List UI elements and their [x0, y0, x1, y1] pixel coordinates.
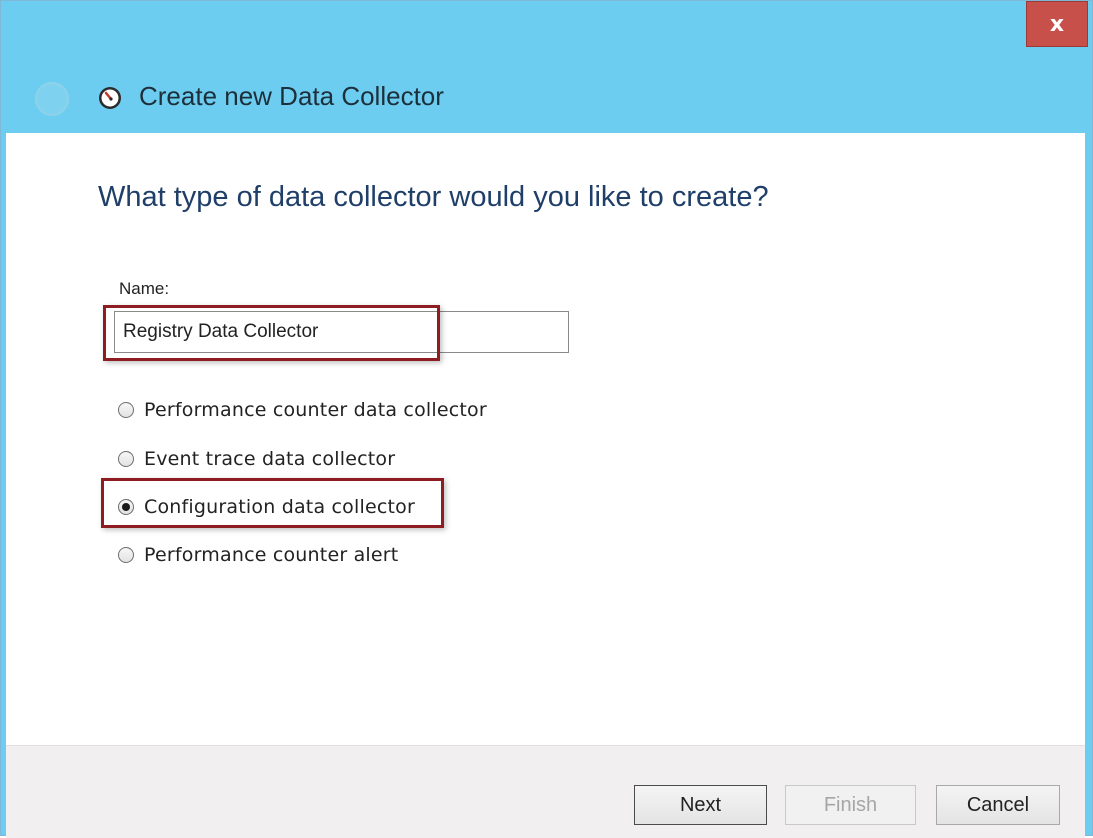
radio-button[interactable] — [118, 451, 134, 467]
next-button[interactable]: Next — [634, 785, 767, 825]
name-label: Name: — [119, 279, 170, 298]
close-icon: x — [1049, 11, 1065, 37]
title-bar: x Create new Data Collector — [1, 1, 1092, 133]
name-input[interactable] — [114, 311, 569, 353]
radio-label: Performance counter alert — [144, 544, 399, 566]
radio-label: Performance counter data collector — [144, 399, 487, 421]
radio-button[interactable] — [118, 402, 134, 418]
button-bar: Next Finish Cancel — [6, 745, 1085, 838]
wizard-window: x Create new Data Collector What type of… — [0, 0, 1093, 838]
radio-event-trace-collector[interactable]: Event trace data collector — [118, 444, 395, 474]
wizard-content: What type of data collector would you li… — [6, 133, 1085, 745]
radio-button-selected[interactable] — [118, 499, 134, 515]
radio-label: Configuration data collector — [144, 496, 415, 518]
finish-button[interactable]: Finish — [785, 785, 916, 825]
back-button[interactable] — [35, 82, 69, 116]
page-heading: What type of data collector would you li… — [98, 181, 769, 213]
radio-performance-counter-alert[interactable]: Performance counter alert — [118, 540, 398, 570]
radio-label: Event trace data collector — [144, 448, 396, 470]
cancel-button[interactable]: Cancel — [936, 785, 1060, 825]
window-title: Create new Data Collector — [139, 81, 444, 111]
radio-configuration-collector[interactable]: Configuration data collector — [118, 492, 415, 522]
radio-button[interactable] — [118, 547, 134, 563]
performance-monitor-icon — [99, 87, 121, 109]
close-button[interactable]: x — [1026, 1, 1088, 47]
radio-performance-counter-collector[interactable]: Performance counter data collector — [118, 395, 487, 425]
